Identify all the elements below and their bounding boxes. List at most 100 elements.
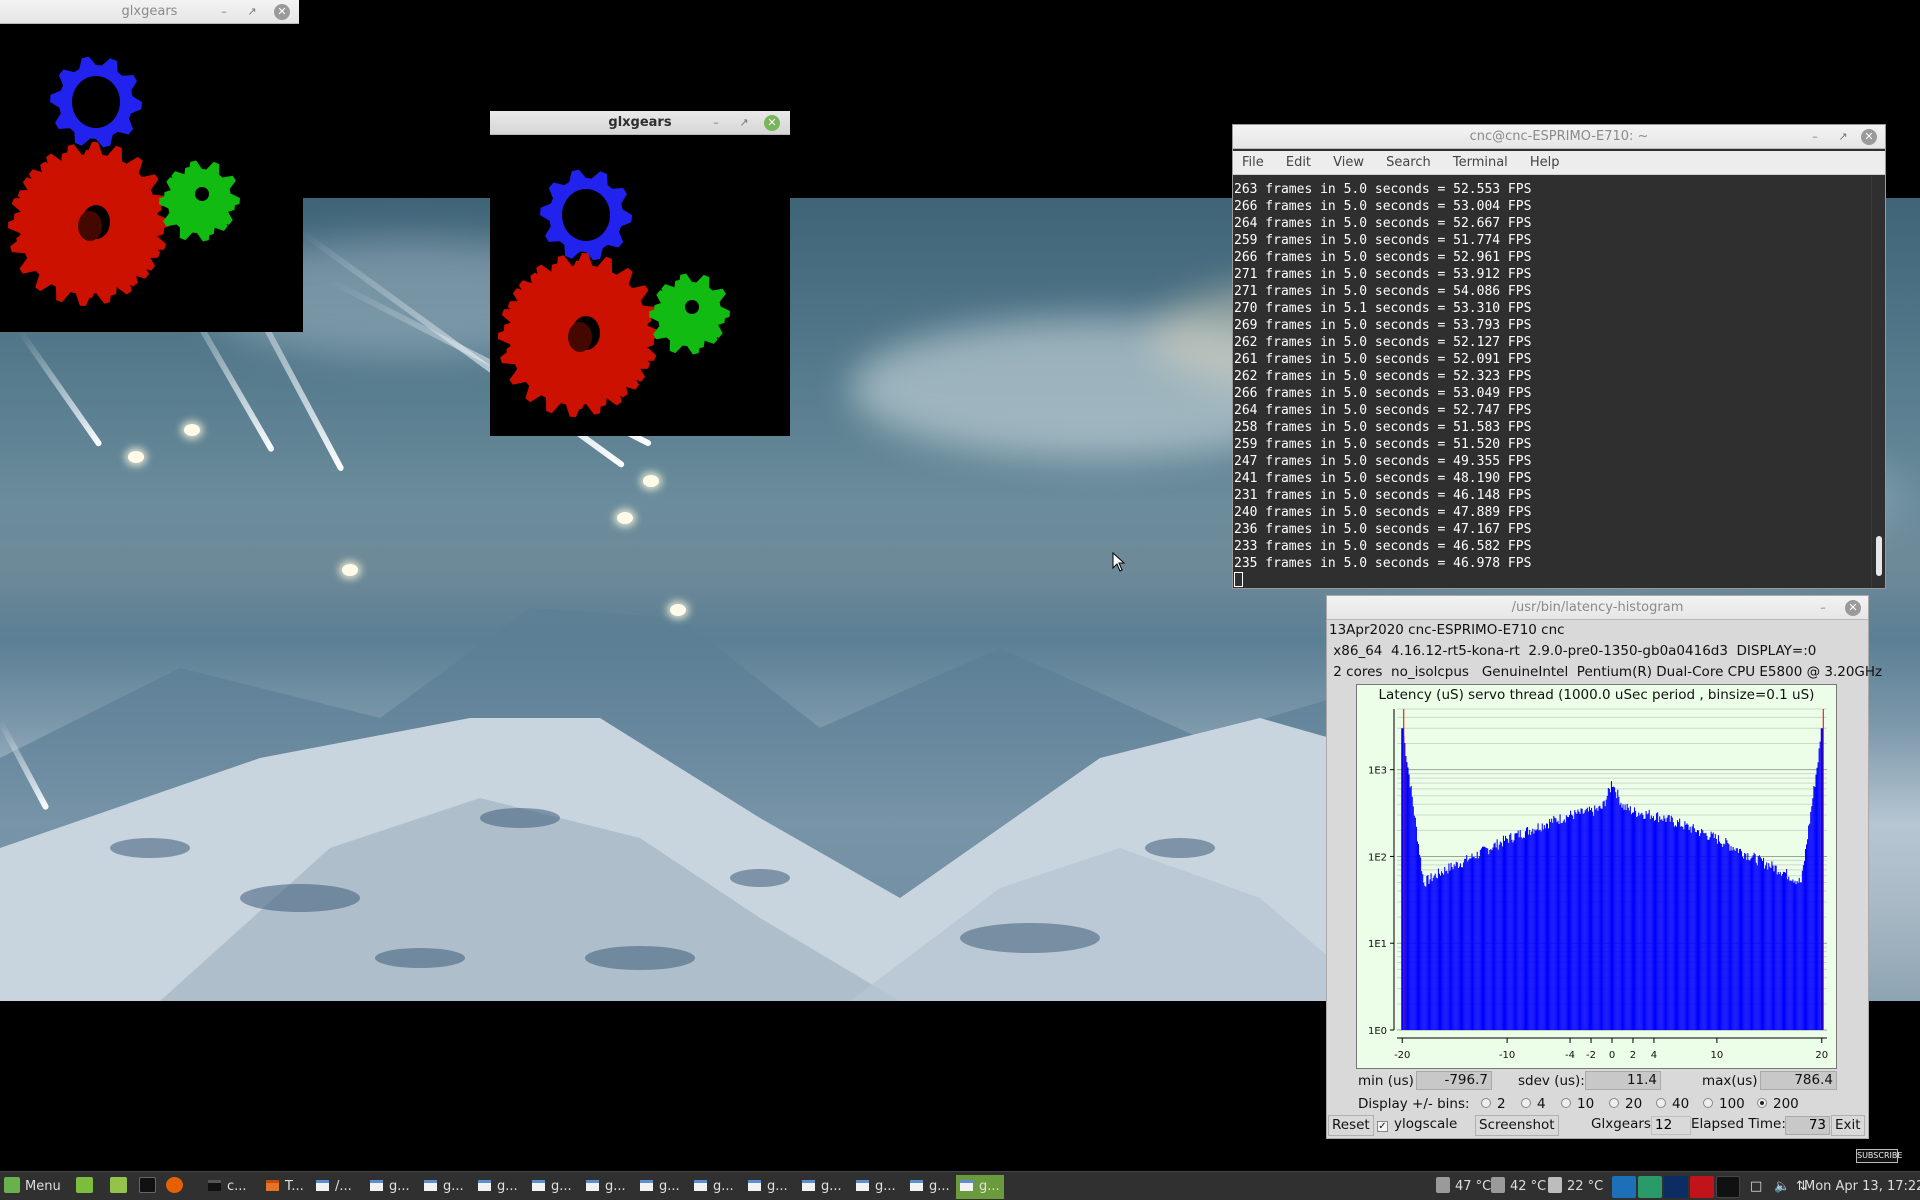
glxgears-window-2[interactable]: glxgears – ↗ ✕: [490, 111, 790, 436]
screenshot-button[interactable]: Screenshot: [1475, 1115, 1559, 1136]
temp-sensor-2[interactable]: 42 °C: [1491, 1176, 1546, 1198]
glxgears-window-1[interactable]: glxgears – ↗ ✕: [0, 0, 303, 332]
taskbar-window-button[interactable]: g...: [366, 1175, 414, 1199]
taskbar-window-button[interactable]: g...: [798, 1175, 846, 1199]
glxgears-2-titlebar[interactable]: glxgears – ↗ ✕: [490, 111, 790, 135]
menu-terminal[interactable]: Terminal: [1453, 151, 1508, 170]
menu-view[interactable]: View: [1333, 151, 1364, 170]
taskbar-window-button[interactable]: g...: [906, 1175, 954, 1199]
glxgears-count[interactable]: 12: [1651, 1116, 1691, 1135]
histogram-bar: [1456, 862, 1458, 1030]
cpu-graph-icon: [1612, 1176, 1636, 1198]
latency-histogram-window[interactable]: /usr/bin/latency-histogram – ✕ 13Apr2020…: [1326, 595, 1882, 1139]
taskbar-window-button[interactable]: g...: [420, 1175, 468, 1199]
menu-help[interactable]: Help: [1530, 151, 1560, 170]
histogram-bar: [1613, 786, 1615, 1030]
close-icon[interactable]: ✕: [1845, 600, 1861, 616]
volume-icon[interactable]: 🔈: [1774, 1176, 1790, 1198]
menu-file[interactable]: File: [1242, 151, 1264, 170]
radio-icon[interactable]: [1521, 1098, 1531, 1108]
histogram-bar: [1808, 825, 1810, 1030]
histogram-bar: [1563, 819, 1565, 1030]
radio-icon[interactable]: [1703, 1098, 1713, 1108]
minimize-icon[interactable]: –: [708, 115, 724, 131]
taskbar-window-button[interactable]: g...: [744, 1175, 792, 1199]
radio-icon[interactable]: [1481, 1098, 1491, 1108]
maximize-icon[interactable]: ↗: [736, 115, 752, 131]
terminal-prompt[interactable]: [1234, 572, 1871, 588]
files-launcher[interactable]: [110, 1176, 132, 1198]
notifications-icon[interactable]: □: [1750, 1176, 1762, 1198]
histogram-bar: [1599, 805, 1601, 1030]
terminal-output[interactable]: 263 frames in 5.0 seconds = 52.553 FPS 26…: [1233, 176, 1871, 588]
terminal-scrollbar[interactable]: [1871, 176, 1885, 588]
close-icon[interactable]: ✕: [274, 4, 290, 20]
minimize-icon[interactable]: –: [1807, 129, 1823, 145]
taskbar-window-button[interactable]: /...: [312, 1175, 356, 1199]
bins-option-4[interactable]: 4: [1521, 1096, 1546, 1112]
terminal-launcher[interactable]: [139, 1176, 161, 1198]
maximize-icon[interactable]: ↗: [1835, 129, 1851, 145]
taskbar-window-button[interactable]: T...: [262, 1175, 308, 1199]
radio-icon[interactable]: [1656, 1098, 1666, 1108]
histogram-bar: [1591, 807, 1593, 1030]
bins-option-20[interactable]: 20: [1609, 1096, 1642, 1112]
menu-edit[interactable]: Edit: [1286, 151, 1311, 170]
glxgears-1-titlebar[interactable]: glxgears – ↗ ✕: [0, 0, 299, 24]
taskbar-window-button[interactable]: g...: [582, 1175, 630, 1199]
histogram-bar: [1726, 840, 1728, 1030]
taskbar-window-button[interactable]: g...: [690, 1175, 738, 1199]
folder-icon: [110, 1177, 127, 1193]
bins-option-100[interactable]: 100: [1703, 1096, 1745, 1112]
minimize-icon[interactable]: –: [216, 4, 232, 20]
histogram-bar: [1493, 843, 1495, 1030]
bins-option-40[interactable]: 40: [1656, 1096, 1689, 1112]
temp-sensor-1[interactable]: 47 °C: [1436, 1176, 1491, 1198]
taskbar-window-button[interactable]: g...: [636, 1175, 684, 1199]
histogram-bar: [1679, 818, 1681, 1030]
reset-button[interactable]: Reset: [1328, 1115, 1374, 1136]
histogram-bar: [1497, 849, 1499, 1030]
menu-button[interactable]: Menu: [4, 1176, 61, 1198]
close-icon[interactable]: ✕: [1861, 129, 1877, 145]
histogram-bar: [1507, 839, 1509, 1030]
radio-icon[interactable]: [1609, 1098, 1619, 1108]
window-icon: [748, 1180, 761, 1191]
histogram-bar: [1645, 810, 1647, 1030]
radio-selected-icon[interactable]: [1757, 1098, 1767, 1108]
bins-option-10[interactable]: 10: [1561, 1096, 1594, 1112]
histogram-bar: [1764, 868, 1766, 1030]
temp-sensor-3[interactable]: 22 °C: [1548, 1176, 1603, 1198]
taskbar-window-button[interactable]: c...: [204, 1175, 251, 1199]
histogram-bar: [1468, 859, 1470, 1030]
clock[interactable]: Mon Apr 13, 17:22: [1804, 1176, 1920, 1198]
scroll-thumb[interactable]: [1876, 536, 1882, 576]
taskbar-window-button[interactable]: g...: [956, 1175, 1004, 1199]
maximize-icon[interactable]: ↗: [244, 4, 260, 20]
taskbar-window-button[interactable]: g...: [852, 1175, 900, 1199]
minimize-icon[interactable]: –: [1815, 600, 1831, 616]
bins-option-2[interactable]: 2: [1481, 1096, 1506, 1112]
histogram-bar: [1811, 806, 1813, 1030]
latency-titlebar[interactable]: /usr/bin/latency-histogram – ✕: [1327, 596, 1868, 620]
bins-option-200[interactable]: 200: [1757, 1096, 1799, 1112]
exit-button[interactable]: Exit: [1831, 1115, 1865, 1136]
histogram-bar: [1649, 819, 1651, 1030]
taskbar-window-button[interactable]: g...: [474, 1175, 522, 1199]
radio-icon[interactable]: [1561, 1098, 1571, 1108]
checkbox-checked-icon[interactable]: ✓: [1377, 1121, 1388, 1132]
histogram-bar: [1466, 855, 1468, 1030]
firefox-launcher[interactable]: [166, 1176, 188, 1198]
histogram-bar: [1796, 881, 1798, 1030]
histogram-bar: [1784, 872, 1786, 1030]
menu-search[interactable]: Search: [1386, 151, 1431, 170]
close-icon[interactable]: ✕: [764, 115, 780, 131]
histogram-bar: [1573, 819, 1575, 1030]
show-desktop-launcher[interactable]: [76, 1176, 98, 1198]
terminal-window[interactable]: cnc@cnc-ESPRIMO-E710: ~ – ↗ ✕ File Edit …: [1232, 124, 1886, 589]
system-monitor-applet[interactable]: [1612, 1176, 1745, 1198]
histogram-bar: [1788, 876, 1790, 1030]
taskbar-window-button[interactable]: g...: [528, 1175, 576, 1199]
ylogscale-checkbox[interactable]: ✓ ylogscale: [1374, 1115, 1460, 1136]
terminal-titlebar[interactable]: cnc@cnc-ESPRIMO-E710: ~ – ↗ ✕: [1233, 125, 1885, 149]
